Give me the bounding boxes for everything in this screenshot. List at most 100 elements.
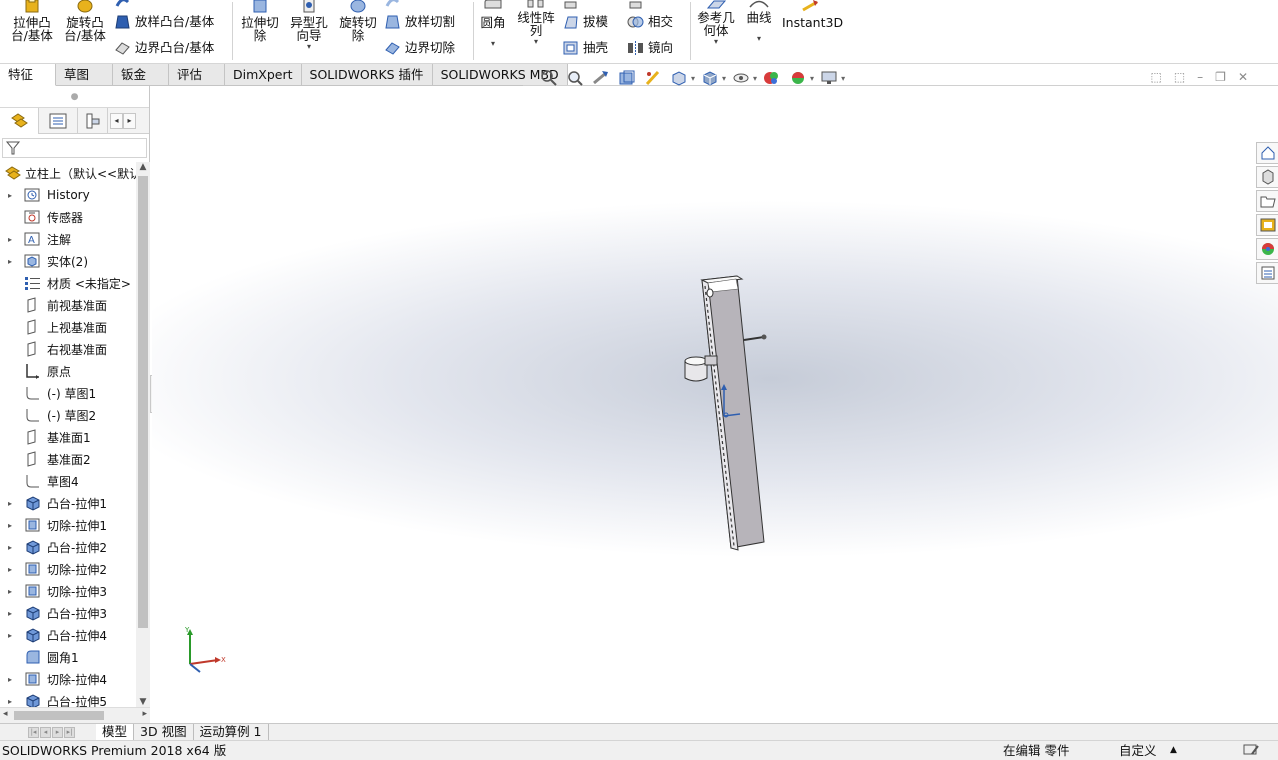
first-tab-icon[interactable]: |◂ — [28, 726, 39, 738]
tree-item[interactable]: 传感器 — [0, 206, 136, 228]
sweep-boss-button[interactable] — [114, 0, 131, 10]
model-tab[interactable]: 运动算例 1 — [193, 724, 269, 740]
chevron-down-icon[interactable]: ▾ — [753, 74, 757, 83]
tree-vertical-scrollbar[interactable]: ▲ ▼ — [136, 162, 150, 707]
hide-show-items-icon[interactable] — [730, 68, 752, 88]
expand-arrow-icon[interactable]: ▸ — [5, 499, 15, 508]
scroll-thumb[interactable] — [14, 711, 104, 720]
chevron-down-icon[interactable]: ▾ — [722, 74, 726, 83]
chevron-down-icon[interactable]: ▾ — [476, 39, 510, 49]
previous-view-icon[interactable] — [590, 68, 612, 88]
solidworks-resources-icon[interactable] — [1256, 142, 1278, 164]
view-orientation-icon[interactable] — [668, 68, 690, 88]
minimize-icon[interactable]: – — [1197, 70, 1203, 84]
command-tab[interactable]: 评估 — [169, 64, 225, 86]
tree-item[interactable]: ▸ History — [0, 184, 136, 206]
tree-item[interactable]: ▸ 切除-拉伸2 — [0, 558, 136, 580]
apply-scene-icon[interactable] — [787, 68, 809, 88]
wrap-button[interactable] — [627, 0, 644, 10]
tree-item[interactable]: 前视基准面 — [0, 294, 136, 316]
scroll-up-icon[interactable]: ▲ — [136, 162, 150, 172]
tree-root-part[interactable]: 立柱上（默认<<默认 — [0, 162, 136, 184]
propertymanager-tab-icon[interactable] — [39, 107, 78, 134]
tree-horizontal-scrollbar[interactable]: ◂ ▸ — [0, 707, 150, 723]
revolve-boss-button[interactable]: 旋转凸 台/基体 — [61, 0, 109, 42]
view-palette-icon[interactable] — [1256, 214, 1278, 236]
extrude-boss-button[interactable]: 拉伸凸 台/基体 — [8, 0, 56, 42]
design-library-icon[interactable] — [1256, 166, 1278, 188]
panel-grip[interactable]: ● — [0, 86, 149, 108]
expand-arrow-icon[interactable]: ▸ — [5, 587, 15, 596]
chevron-down-icon[interactable]: ▾ — [691, 74, 695, 83]
tree-item[interactable]: ▸ 实体(2) — [0, 250, 136, 272]
scroll-thumb[interactable] — [138, 176, 148, 628]
loft-boss-button[interactable]: 放样凸台/基体 — [114, 14, 214, 30]
tree-item[interactable]: ▸ 切除-拉伸3 — [0, 580, 136, 602]
tree-item[interactable]: ▸ 切除-拉伸4 — [0, 668, 136, 690]
expand-arrow-icon[interactable]: ▸ — [5, 257, 15, 266]
swept-cut-button[interactable] — [384, 0, 401, 10]
tile-left-icon[interactable]: ⬚ — [1150, 70, 1161, 84]
command-tab[interactable]: DimXpert — [225, 64, 302, 86]
chevron-down-icon[interactable]: ▾ — [694, 37, 738, 47]
expand-arrow-icon[interactable]: ▸ — [5, 521, 15, 530]
chevron-down-icon[interactable]: ▾ — [742, 34, 776, 44]
restore-icon[interactable]: ❐ — [1215, 70, 1226, 84]
intersect-button[interactable]: 相交 — [627, 14, 673, 30]
tree-item[interactable]: ▸ 凸台-拉伸1 — [0, 492, 136, 514]
expand-arrow-icon[interactable]: ▸ — [5, 543, 15, 552]
tree-item[interactable]: 基准面1 — [0, 426, 136, 448]
dynamic-annotation-icon[interactable] — [642, 68, 664, 88]
rebuild-indicator-icon[interactable] — [1243, 742, 1261, 760]
lofted-cut-button[interactable]: 放样切割 — [384, 14, 455, 30]
expand-arrow-icon[interactable]: ▸ — [5, 631, 15, 640]
reference-geometry-button[interactable]: 参考几 何体 ▾ — [694, 0, 738, 47]
curves-button[interactable]: 曲线 ▾ — [742, 0, 776, 44]
tab-scroll-left-icon[interactable]: ◂ — [110, 112, 123, 129]
tree-item[interactable]: ▸ 凸台-拉伸5 — [0, 690, 136, 707]
expand-arrow-icon[interactable]: ▸ — [5, 191, 15, 200]
tree-item[interactable]: 右视基准面 — [0, 338, 136, 360]
scroll-right-icon[interactable]: ▸ — [142, 709, 147, 719]
model-tab[interactable]: 3D 视图 — [134, 724, 194, 740]
command-tab[interactable]: 特征 — [0, 64, 56, 86]
file-explorer-icon[interactable] — [1256, 190, 1278, 212]
extrude-cut-button[interactable]: 拉伸切 除 — [236, 0, 284, 42]
rib-button[interactable] — [562, 0, 579, 10]
expand-arrow-icon[interactable]: ▸ — [5, 565, 15, 574]
expand-arrow-icon[interactable]: ▸ — [5, 609, 15, 618]
draft-button[interactable]: 拔模 — [562, 14, 608, 30]
tree-filter[interactable] — [2, 138, 147, 158]
boundary-boss-button[interactable]: 边界凸台/基体 — [114, 40, 214, 56]
appearances-icon[interactable] — [1256, 238, 1278, 260]
view-settings-icon[interactable] — [818, 68, 840, 88]
display-style-icon[interactable] — [699, 68, 721, 88]
prev-tab-icon[interactable]: ◂ — [40, 726, 51, 738]
units-arrow-icon[interactable]: ▲ — [1170, 741, 1177, 760]
zoom-to-fit-icon[interactable] — [538, 68, 560, 88]
tree-item[interactable]: ▸ A 注解 — [0, 228, 136, 250]
graphics-area[interactable]: Y X — [152, 86, 1278, 723]
tree-item[interactable]: 基准面2 — [0, 448, 136, 470]
tree-item[interactable]: 上视基准面 — [0, 316, 136, 338]
shell-button[interactable]: 抽壳 — [562, 40, 608, 56]
featuremanager-tab-icon[interactable] — [0, 107, 39, 134]
tree-item[interactable]: ▸ 切除-拉伸1 — [0, 514, 136, 536]
tree-item[interactable]: 原点 — [0, 360, 136, 382]
fillet-button[interactable]: 圆角 ▾ — [476, 0, 510, 49]
linear-pattern-button[interactable]: 线性阵 列 ▾ — [514, 0, 558, 47]
tree-item[interactable]: ▸ 凸台-拉伸2 — [0, 536, 136, 558]
chevron-down-icon[interactable]: ▾ — [810, 74, 814, 83]
tree-item[interactable]: (-) 草图1 — [0, 382, 136, 404]
scroll-left-icon[interactable]: ◂ — [3, 709, 8, 719]
last-tab-icon[interactable]: ▸| — [64, 726, 75, 738]
tree-item[interactable]: ▸ 凸台-拉伸3 — [0, 602, 136, 624]
model-tab[interactable]: 模型 — [96, 724, 135, 740]
expand-arrow-icon[interactable]: ▸ — [5, 235, 15, 244]
custom-properties-icon[interactable] — [1256, 262, 1278, 284]
scroll-down-icon[interactable]: ▼ — [136, 697, 150, 707]
expand-arrow-icon[interactable]: ▸ — [5, 675, 15, 684]
next-tab-icon[interactable]: ▸ — [52, 726, 63, 738]
chevron-down-icon[interactable]: ▾ — [286, 42, 332, 52]
tree-item[interactable]: 材质 <未指定> — [0, 272, 136, 294]
